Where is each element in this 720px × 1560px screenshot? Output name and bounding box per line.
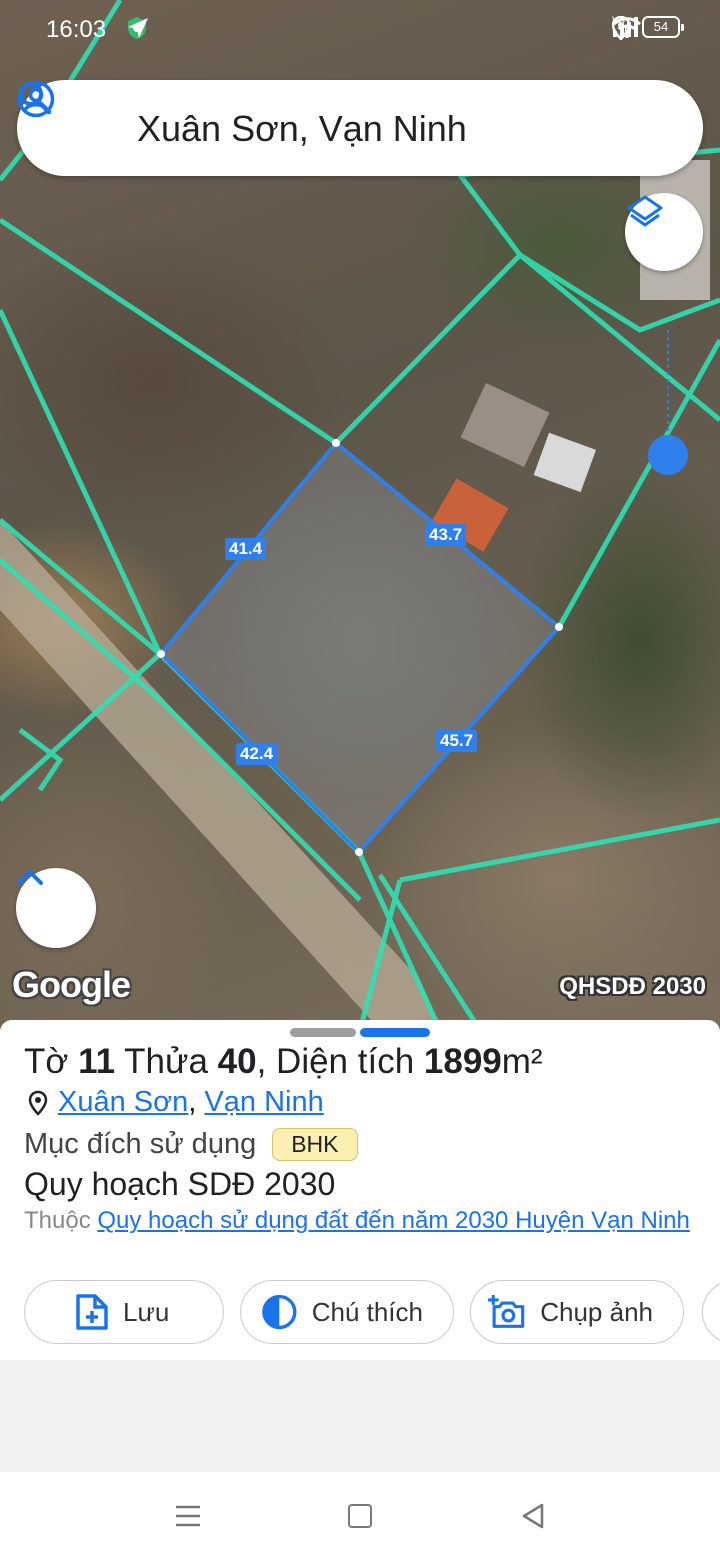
layers-button[interactable]: [625, 193, 703, 271]
search-bar[interactable]: Xuân Sơn, Vạn Ninh: [17, 80, 703, 176]
legend-label: Chú thích: [311, 1296, 423, 1327]
parcel-info-sheet: Tờ 11 Thửa 40, Diện tích 1899m² Xuân Sơn…: [0, 1020, 720, 1360]
commune-link[interactable]: Xuân Sơn: [58, 1086, 188, 1118]
map-view[interactable]: 41.4 43.7 42.4 45.7 16:03 Vo LTE: [0, 0, 720, 1030]
area-label: , Diện tích: [256, 1042, 415, 1081]
plan-description: Thuộc Quy hoạch sử dụng đất đến năm 2030…: [24, 1206, 704, 1236]
location-pin-icon: [28, 1090, 48, 1116]
edge-length-label: 41.4: [225, 538, 267, 560]
contrast-icon: [262, 1294, 297, 1330]
map-layer-label: QHSDĐ 2030: [559, 973, 706, 1000]
layers-icon: [627, 195, 663, 227]
action-chips: Lưu Chú thích Chụp ảnh: [24, 1280, 684, 1344]
edge-length-label: 45.7: [436, 730, 478, 752]
location-row: Xuân Sơn, Vạn Ninh: [28, 1086, 324, 1119]
parcel-title: Tờ 11 Thửa 40, Diện tích 1899m²: [24, 1042, 543, 1082]
recent-apps-icon[interactable]: [174, 1504, 202, 1528]
plot-label: Thửa: [124, 1042, 208, 1081]
capture-button[interactable]: Chụp ảnh: [470, 1280, 684, 1344]
save-button[interactable]: Lưu: [24, 1280, 224, 1344]
expand-up-button[interactable]: [16, 868, 96, 948]
building: [460, 383, 550, 467]
plot-number: 40: [217, 1042, 257, 1081]
save-label: Lưu: [123, 1296, 170, 1327]
google-logo: Google: [12, 964, 131, 1005]
purpose-label: Mục đích sử dụng: [24, 1128, 257, 1160]
battery-indicator: 54: [642, 16, 684, 38]
search-query[interactable]: Xuân Sơn, Vạn Ninh: [137, 108, 467, 150]
sheet-page-handles[interactable]: [290, 1028, 430, 1037]
sheet-number: 11: [78, 1042, 116, 1081]
home-icon[interactable]: [348, 1504, 372, 1528]
system-navigation-bar: [0, 1472, 720, 1560]
edge-length-label: 42.4: [236, 743, 278, 765]
plan-link[interactable]: Quy hoạch sử dụng đất đến năm 2030 Huyện…: [97, 1207, 689, 1234]
separator: ,: [188, 1086, 197, 1118]
back-icon[interactable]: [520, 1502, 546, 1530]
area-value: 1899: [423, 1042, 502, 1081]
camera-add-icon: [487, 1295, 525, 1328]
search-icon[interactable]: [17, 80, 53, 116]
sheet-handle-active[interactable]: [360, 1028, 430, 1037]
land-use-purpose-row: Mục đích sử dụng BHK: [24, 1128, 358, 1161]
sheet-handle[interactable]: [290, 1028, 356, 1037]
chevron-up-icon: [17, 870, 43, 885]
send-icon: [128, 18, 148, 38]
status-icons-right: Vo LTE 54: [612, 16, 684, 40]
edge-length-label: 43.7: [425, 524, 467, 546]
belongs-label: Thuộc: [24, 1207, 91, 1234]
status-time: 16:03: [46, 16, 107, 43]
signal-icon: [613, 17, 638, 37]
plan-title: Quy hoạch SDĐ 2030: [24, 1166, 336, 1202]
legend-button[interactable]: Chú thích: [240, 1280, 454, 1344]
status-bar: 16:03 Vo LTE: [0, 0, 720, 64]
my-location-dot: [648, 435, 688, 475]
area-unit: m²: [501, 1042, 543, 1081]
more-actions-chip[interactable]: [702, 1280, 720, 1344]
sheet-label: Tờ: [24, 1042, 69, 1081]
purpose-code-badge[interactable]: BHK: [272, 1128, 358, 1161]
file-add-icon: [76, 1294, 108, 1330]
building: [533, 432, 597, 493]
capture-label: Chụp ảnh: [540, 1296, 653, 1327]
district-link[interactable]: Vạn Ninh: [204, 1086, 323, 1118]
